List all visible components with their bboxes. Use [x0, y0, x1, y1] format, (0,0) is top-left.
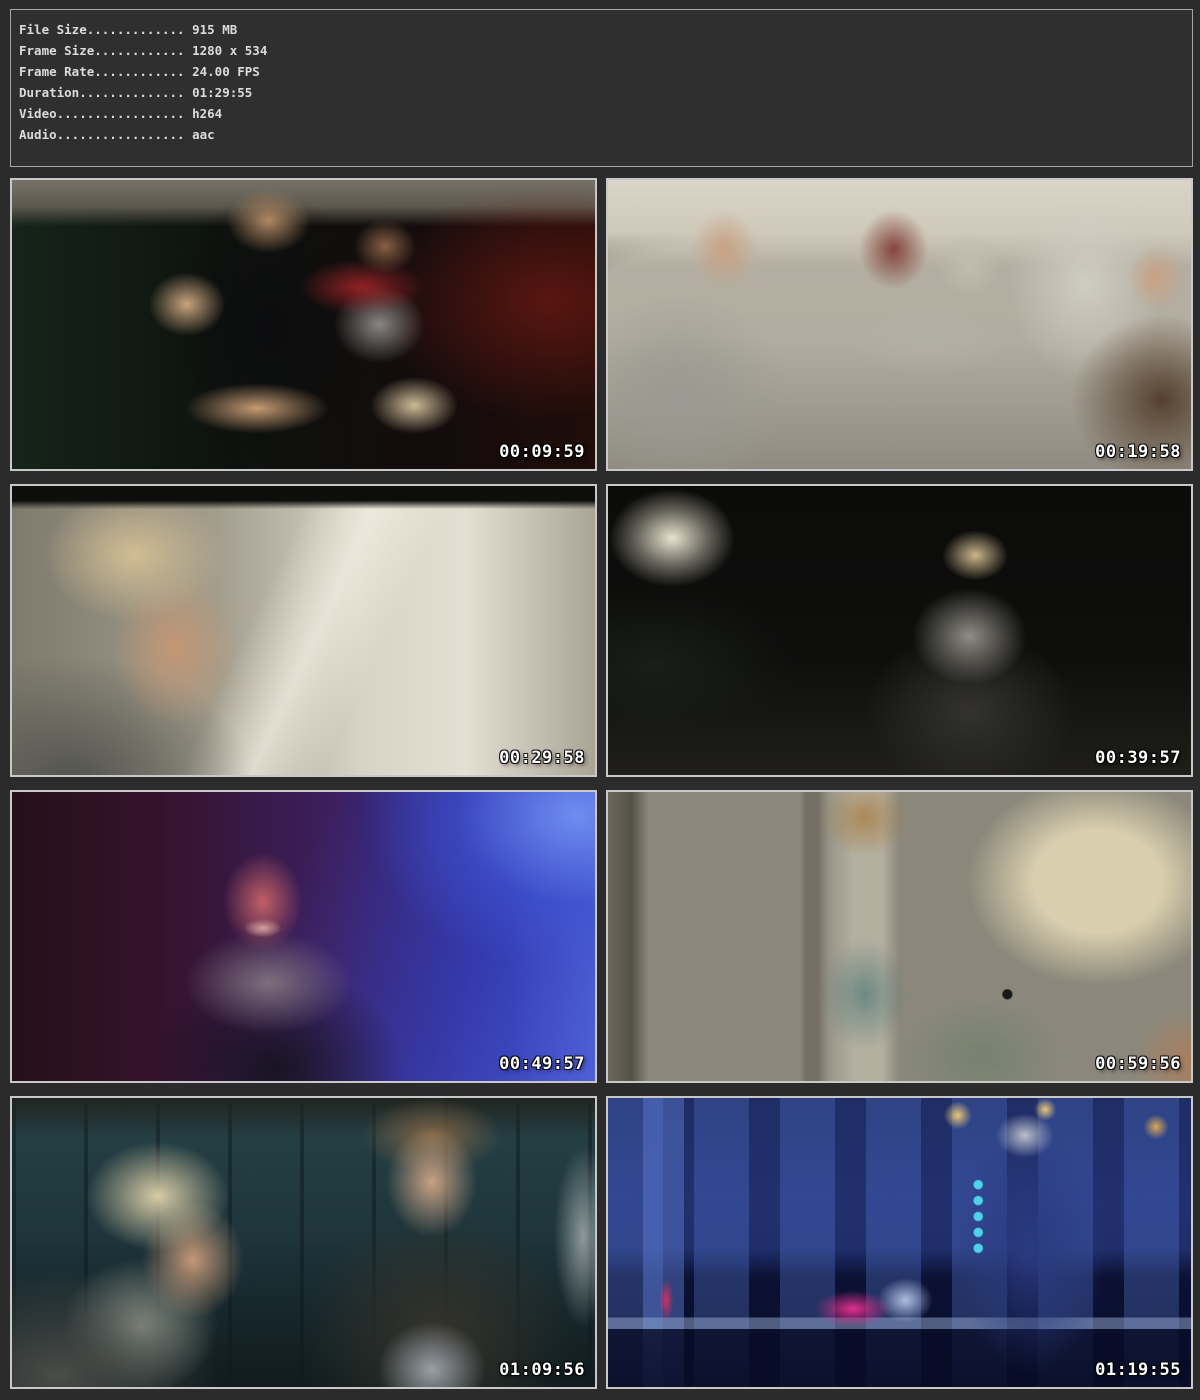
video-frame-image-7: [12, 1098, 595, 1387]
page: File Size............. 915 MB Frame Size…: [0, 0, 1200, 1399]
timestamp-overlay: 00:59:56: [1095, 1054, 1181, 1074]
timestamp-overlay: 00:29:58: [499, 748, 585, 768]
video-frame-image-5: [12, 792, 595, 1081]
screenshot-thumbnail-2[interactable]: 00:19:58: [606, 178, 1193, 471]
video-frame-image-2: [608, 180, 1191, 469]
video-frame-image-1: [12, 180, 595, 469]
timestamp-overlay: 00:09:59: [499, 442, 585, 462]
timestamp-overlay: 00:39:57: [1095, 748, 1181, 768]
timestamp-overlay: 01:09:56: [499, 1360, 585, 1380]
video-codec-line: Video................. h264: [19, 103, 1184, 124]
video-frame-image-4: [608, 486, 1191, 775]
screenshot-thumbnail-6[interactable]: 00:59:56: [606, 790, 1193, 1083]
screenshot-thumbnail-7[interactable]: 01:09:56: [10, 1096, 597, 1389]
file-info-panel: File Size............. 915 MB Frame Size…: [10, 9, 1193, 167]
timestamp-overlay: 01:19:55: [1095, 1360, 1181, 1380]
screenshot-thumbnail-3[interactable]: 00:29:58: [10, 484, 597, 777]
timestamp-overlay: 00:19:58: [1095, 442, 1181, 462]
screenshot-grid: 00:09:59 00:19:58 00:29:58 00:39:57 00:4…: [10, 178, 1193, 1389]
screenshot-thumbnail-4[interactable]: 00:39:57: [606, 484, 1193, 777]
video-frame-image-6: [608, 792, 1191, 1081]
file-size-line: File Size............. 915 MB: [19, 19, 1184, 40]
audio-codec-line: Audio................. aac: [19, 124, 1184, 145]
frame-rate-line: Frame Rate............ 24.00 FPS: [19, 61, 1184, 82]
timestamp-overlay: 00:49:57: [499, 1054, 585, 1074]
video-frame-image-3: [12, 486, 595, 775]
screenshot-thumbnail-1[interactable]: 00:09:59: [10, 178, 597, 471]
duration-line: Duration.............. 01:29:55: [19, 82, 1184, 103]
screenshot-thumbnail-8[interactable]: 01:19:55: [606, 1096, 1193, 1389]
screenshot-thumbnail-5[interactable]: 00:49:57: [10, 790, 597, 1083]
frame-size-line: Frame Size............ 1280 x 534: [19, 40, 1184, 61]
video-frame-image-8: [608, 1098, 1191, 1387]
